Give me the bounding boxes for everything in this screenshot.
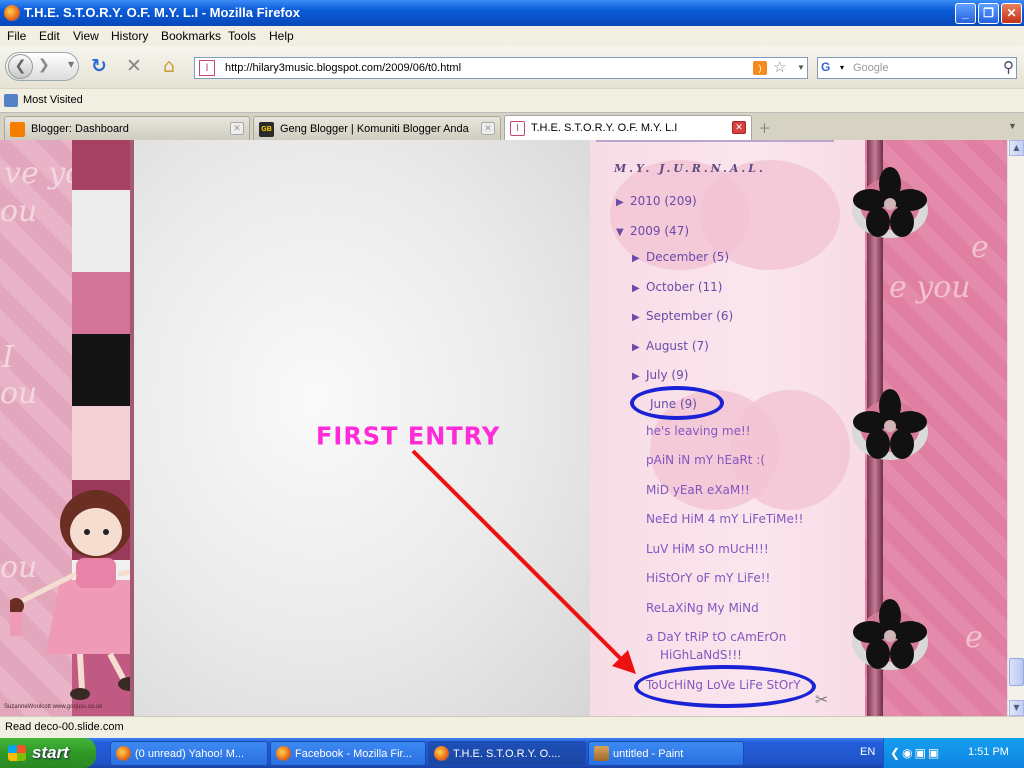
taskbar-item-label: (0 unread) Yahoo! M...	[135, 748, 245, 760]
paint-icon	[594, 746, 609, 761]
search-input[interactable]: Google	[853, 62, 888, 74]
bookmark-star-icon[interactable]: ☆	[773, 58, 786, 76]
navigation-toolbar: ❮ ❯ ▼ ↻ ✕ ⌂ I http://hilary3music.blogsp…	[0, 46, 1024, 88]
forward-button[interactable]: ❯	[38, 57, 50, 73]
status-bar: Read deco-00.slide.com	[0, 716, 1024, 738]
taskbar-item-story-blog[interactable]: T.H.E. S.T.O.R.Y. O....	[428, 741, 586, 766]
search-engine-dropdown-icon[interactable]: ▾	[840, 63, 844, 72]
system-tray: EN ❮◉▣▣ 1:51 PM	[860, 738, 1024, 768]
back-forward-group: ❮ ❯ ▼	[5, 52, 79, 81]
vertical-scrollbar[interactable]: ▲ ▼	[1007, 140, 1024, 716]
windows-taskbar: start (0 unread) Yahoo! M... Facebook - …	[0, 738, 1024, 768]
menu-view[interactable]: View	[73, 29, 99, 43]
tab-label: T.H.E. S.T.O.R.Y. O.F. M.Y. L.I	[531, 122, 678, 134]
home-icon[interactable]: ⌂	[163, 56, 175, 76]
reload-icon[interactable]: ↻	[91, 56, 107, 76]
window-titlebar: T.H.E. S.T.O.R.Y. O.F. M.Y. L.I - Mozill…	[0, 0, 1024, 26]
blogger-icon	[10, 122, 25, 137]
taskbar-item-label: untitled - Paint	[613, 748, 684, 760]
url-text[interactable]: http://hilary3music.blogspot.com/2009/06…	[225, 62, 461, 74]
google-icon[interactable]: G	[821, 60, 839, 76]
stop-icon[interactable]: ✕	[126, 56, 142, 76]
gb-icon: GB	[259, 122, 274, 137]
menu-edit[interactable]: Edit	[39, 29, 60, 43]
maximize-button[interactable]: ❐	[978, 3, 999, 24]
firefox-icon	[434, 746, 449, 761]
site-favicon: I	[199, 60, 215, 76]
tab-bar: Blogger: Dashboard ✕ GB Geng Blogger | K…	[0, 112, 1024, 141]
tab-label: Geng Blogger | Komuniti Blogger Anda	[280, 123, 469, 135]
search-icon[interactable]: ⚲	[1003, 58, 1014, 76]
status-text: Read deco-00.slide.com	[5, 721, 124, 733]
taskbar-item-label: T.H.E. S.T.O.R.Y. O....	[453, 748, 561, 760]
menu-history[interactable]: History	[111, 29, 148, 43]
menu-help[interactable]: Help	[269, 29, 294, 43]
bookmarks-toolbar: Most Visited	[0, 88, 1024, 112]
history-dropdown-icon[interactable]: ▼	[68, 60, 74, 69]
tab-story-blog[interactable]: I T.H.E. S.T.O.R.Y. O.F. M.Y. L.I ✕	[504, 115, 752, 141]
tab-close-icon[interactable]: ✕	[230, 122, 244, 135]
firefox-icon	[276, 746, 291, 761]
close-button[interactable]: ✕	[1001, 3, 1022, 24]
firefox-icon	[116, 746, 131, 761]
new-tab-icon[interactable]: ＋	[758, 118, 771, 137]
back-button[interactable]: ❮	[8, 54, 33, 79]
tab-blogger-dashboard[interactable]: Blogger: Dashboard ✕	[4, 116, 250, 140]
menu-file[interactable]: File	[7, 29, 26, 43]
window-title: T.H.E. S.T.O.R.Y. O.F. M.Y. L.I - Mozill…	[24, 5, 300, 20]
url-dropdown-icon[interactable]: ▼	[797, 63, 805, 72]
blog-favicon: I	[510, 121, 525, 136]
url-bar[interactable]: I http://hilary3music.blogspot.com/2009/…	[194, 57, 808, 79]
rss-icon[interactable]: )	[753, 61, 767, 75]
list-all-tabs-icon[interactable]: ▼	[1008, 121, 1017, 131]
language-indicator[interactable]: EN	[860, 746, 875, 758]
taskbar-item-paint[interactable]: untitled - Paint	[588, 741, 744, 766]
most-visited-icon	[4, 94, 18, 107]
minimize-button[interactable]: _	[955, 3, 976, 24]
red-arrow-annotation	[411, 449, 636, 674]
tab-close-icon[interactable]: ✕	[481, 122, 495, 135]
windows-logo-icon	[8, 745, 26, 761]
firefox-icon	[4, 5, 20, 21]
scrollbar-thumb[interactable]	[1009, 658, 1024, 686]
tab-label: Blogger: Dashboard	[31, 123, 129, 135]
tab-close-icon[interactable]: ✕	[732, 121, 746, 134]
taskbar-item-yahoo[interactable]: (0 unread) Yahoo! M...	[110, 741, 268, 766]
taskbar-item-facebook[interactable]: Facebook - Mozilla Fir...	[270, 741, 426, 766]
search-bar[interactable]: G ▾ Google ⚲	[817, 57, 1017, 79]
clock: 1:51 PM	[968, 746, 1009, 758]
page-content: ve you ou I ou ou SuzanneWoolcott www.go…	[0, 140, 1007, 716]
start-label: start	[32, 743, 69, 762]
taskbar-item-label: Facebook - Mozilla Fir...	[295, 748, 412, 760]
scroll-up-icon[interactable]: ▲	[1009, 140, 1024, 156]
menu-tools[interactable]: Tools	[228, 29, 256, 43]
menu-bar: File Edit View History Bookmarks Tools H…	[0, 26, 1024, 46]
start-button[interactable]: start	[0, 738, 96, 768]
scroll-down-icon[interactable]: ▼	[1009, 700, 1024, 716]
tab-geng-blogger[interactable]: GB Geng Blogger | Komuniti Blogger Anda …	[253, 116, 501, 140]
most-visited-link[interactable]: Most Visited	[23, 94, 83, 106]
tray-icons[interactable]: ❮◉▣▣	[890, 746, 941, 760]
menu-bookmarks[interactable]: Bookmarks	[161, 29, 221, 43]
